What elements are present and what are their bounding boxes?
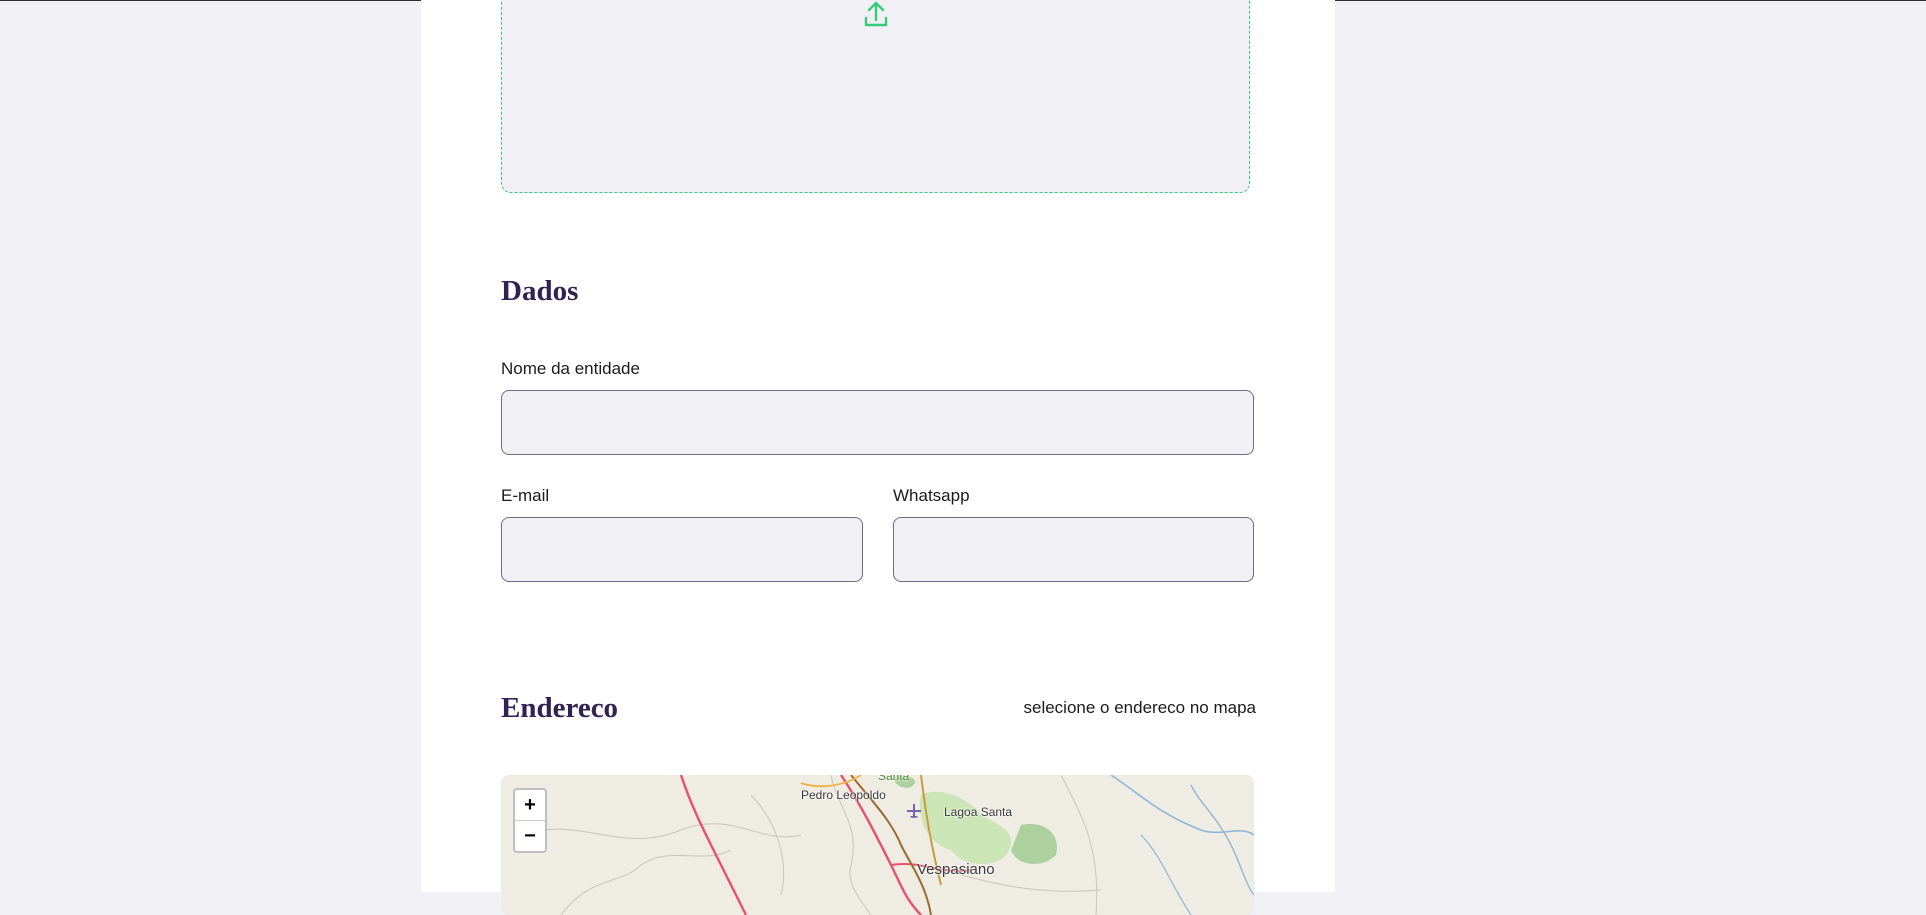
zoom-in-button[interactable]: + [515, 790, 545, 820]
address-map[interactable]: Pedro Leopoldo Lagoa Santa Vespasiano Sa… [501, 775, 1254, 915]
form-card: Dados Nome da entidade E-mail Whatsapp E… [421, 0, 1335, 915]
image-dropzone[interactable] [501, 0, 1250, 193]
section-title-dados: Dados [501, 275, 579, 307]
entity-name-input[interactable] [501, 390, 1254, 455]
email-label: E-mail [501, 486, 550, 505]
map-label-lagoa-santa: Lagoa Santa [944, 805, 1013, 819]
zoom-out-button[interactable]: − [515, 820, 545, 851]
name-label: Nome da entidade [501, 359, 640, 378]
map-label-partial: Santa [878, 775, 910, 783]
upload-icon [864, 1, 888, 27]
map-label-vespasiano: Vespasiano [917, 861, 995, 878]
email-input[interactable] [501, 517, 863, 582]
section-title-endereco: Endereco [501, 692, 619, 724]
whatsapp-label: Whatsapp [893, 486, 970, 505]
map-hint: selecione o endereco no mapa [1023, 698, 1257, 717]
whatsapp-input[interactable] [893, 517, 1254, 582]
map-zoom-control: + − [513, 788, 547, 853]
map-label-pedro-leopoldo: Pedro Leopoldo [801, 788, 886, 802]
